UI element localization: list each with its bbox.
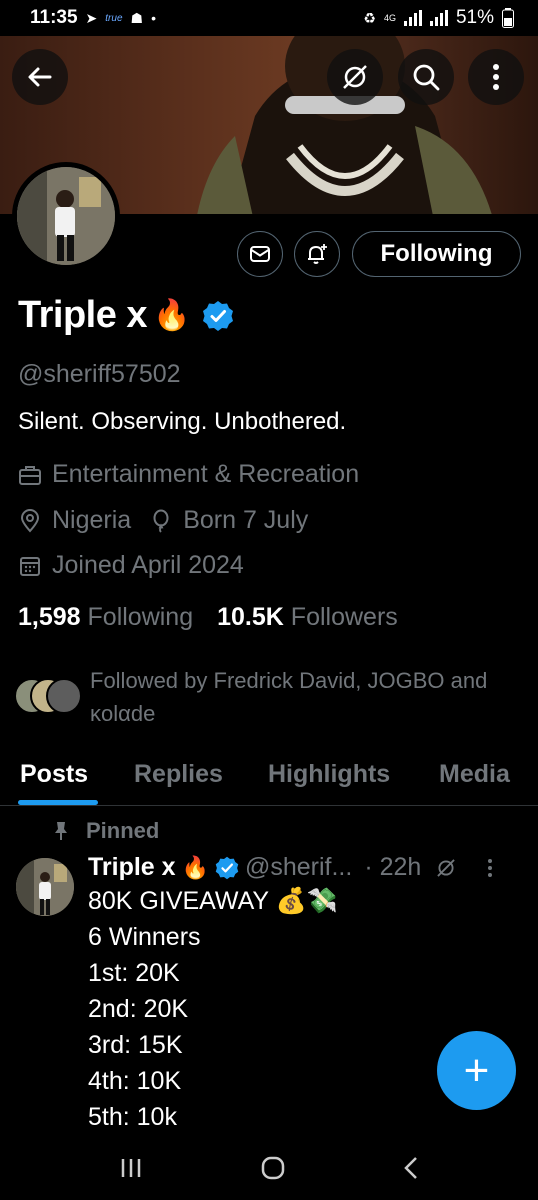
network-label: 4G [383, 12, 396, 23]
profile-location: Nigeria [52, 506, 132, 534]
active-tab-indicator [18, 800, 98, 805]
search-icon [413, 64, 440, 91]
joined-line: Joined April 2024 [18, 551, 244, 580]
display-name: Triple x [18, 294, 148, 336]
telegram-icon: ➤ [85, 9, 98, 26]
verified-badge-icon [215, 856, 239, 879]
tab-replies[interactable]: Replies [134, 750, 223, 789]
compose-button[interactable]: + [437, 1031, 516, 1110]
grok-icon [343, 65, 367, 89]
system-nav-bar [0, 1136, 538, 1200]
followers-label: Followers [290, 603, 398, 631]
recent-apps-icon[interactable] [119, 1157, 143, 1179]
tab-posts[interactable]: Posts [20, 750, 88, 789]
pinned-indicator: Pinned [50, 818, 159, 844]
battery-percent: 51% [455, 7, 494, 28]
followers-count-link[interactable]: 10.5K Followers [217, 603, 398, 632]
more-vertical-icon [493, 64, 499, 90]
tweet-more-icon[interactable] [487, 858, 493, 878]
status-bar: 11:35 ➤ true ☗ • ♻ 4G 51% [0, 0, 538, 36]
more-button[interactable] [468, 49, 524, 105]
mutual-avatars [14, 678, 82, 714]
avatar [17, 167, 115, 265]
following-button[interactable]: Following [352, 231, 521, 277]
signal-icon [429, 10, 448, 26]
following-label: Following [87, 603, 194, 631]
calendar-icon [20, 556, 40, 576]
mail-icon [250, 246, 270, 262]
profile-avatar[interactable] [12, 162, 120, 270]
profile-birthday: Born 7 July [183, 506, 309, 534]
tweet-line: 6 Winners [88, 923, 201, 951]
followers-count: 10.5K [217, 603, 284, 631]
home-icon[interactable] [261, 1156, 285, 1180]
followed-by[interactable]: Followed by Fredrick David, JOGBO and κo… [14, 664, 528, 730]
back-button[interactable] [12, 49, 68, 105]
follow-counts: 1,598 Following 10.5K Followers [18, 603, 398, 632]
category-line: Entertainment & Recreation [18, 460, 359, 489]
tweet-author-name[interactable]: Triple x [88, 853, 176, 882]
notify-button[interactable] [294, 231, 340, 277]
message-button[interactable] [237, 231, 283, 277]
profile-tabs: Posts Replies Highlights Media [0, 750, 538, 806]
profile-bio: Silent. Observing. Unbothered. [18, 408, 347, 435]
snapchat-icon: ☗ [130, 9, 144, 26]
profile-category: Entertainment & Recreation [52, 460, 360, 488]
tweet-author-avatar[interactable] [16, 858, 74, 916]
tweet-body[interactable]: 80K GIVEAWAY 💰💸 6 Winners 1st: 20K 2nd: … [88, 883, 338, 1135]
tweet-time: · 22h [364, 853, 422, 881]
signal-icon [403, 10, 422, 26]
battery-icon [502, 8, 514, 28]
mutual-avatar [46, 678, 82, 714]
bell-plus-icon [308, 244, 327, 264]
tweet-avatar-photo [16, 858, 74, 916]
tweet-author-handle: @sherif... [244, 853, 353, 881]
tweet-line: 4th: 10K [88, 1067, 182, 1095]
tweet-line: 2nd: 20K [88, 995, 189, 1023]
carrier-tag: true [105, 12, 123, 24]
tweet-header: Triple x 🔥 @sherif... · 22h [88, 853, 528, 882]
location-pin-icon [20, 508, 40, 533]
tab-media[interactable]: Media [439, 750, 510, 789]
search-button[interactable] [398, 49, 454, 105]
name-row: Triple x 🔥 [18, 294, 234, 337]
status-right: ♻ 4G 51% [363, 7, 514, 29]
dot-icon: • [151, 10, 156, 26]
status-time: 11:35 [30, 7, 78, 28]
fire-emoji: 🔥 [153, 299, 191, 332]
avatar-photo [17, 167, 115, 265]
briefcase-icon [19, 465, 41, 485]
profile-joined: Joined April 2024 [52, 551, 244, 579]
following-count: 1,598 [18, 603, 81, 631]
tab-highlights[interactable]: Highlights [268, 750, 390, 789]
tweet-line: 3rd: 15K [88, 1031, 183, 1059]
recycle-icon: ♻ [363, 9, 376, 26]
followed-by-text: Followed by Fredrick David, JOGBO and κo… [90, 668, 488, 726]
grok-icon[interactable] [435, 857, 457, 879]
grok-button[interactable] [327, 49, 383, 105]
tweet-fire-emoji: 🔥 [181, 854, 209, 880]
tweet-line: 1st: 20K [88, 959, 180, 987]
following-count-link[interactable]: 1,598 Following [18, 603, 193, 632]
pinned-label: Pinned [86, 818, 160, 843]
balloon-icon [153, 509, 169, 533]
location-birthday-line: Nigeria Born 7 July [18, 506, 308, 535]
back-nav-icon[interactable] [403, 1156, 419, 1180]
status-left: 11:35 ➤ true ☗ • [30, 7, 156, 29]
pin-icon [55, 822, 67, 840]
tweet-line: 80K GIVEAWAY 💰💸 [88, 887, 338, 915]
tweet-line: 5th: 10k [88, 1103, 177, 1131]
verified-badge-icon[interactable] [202, 300, 234, 332]
back-arrow-icon [28, 67, 52, 87]
profile-handle: @sheriff57502 [18, 360, 181, 388]
